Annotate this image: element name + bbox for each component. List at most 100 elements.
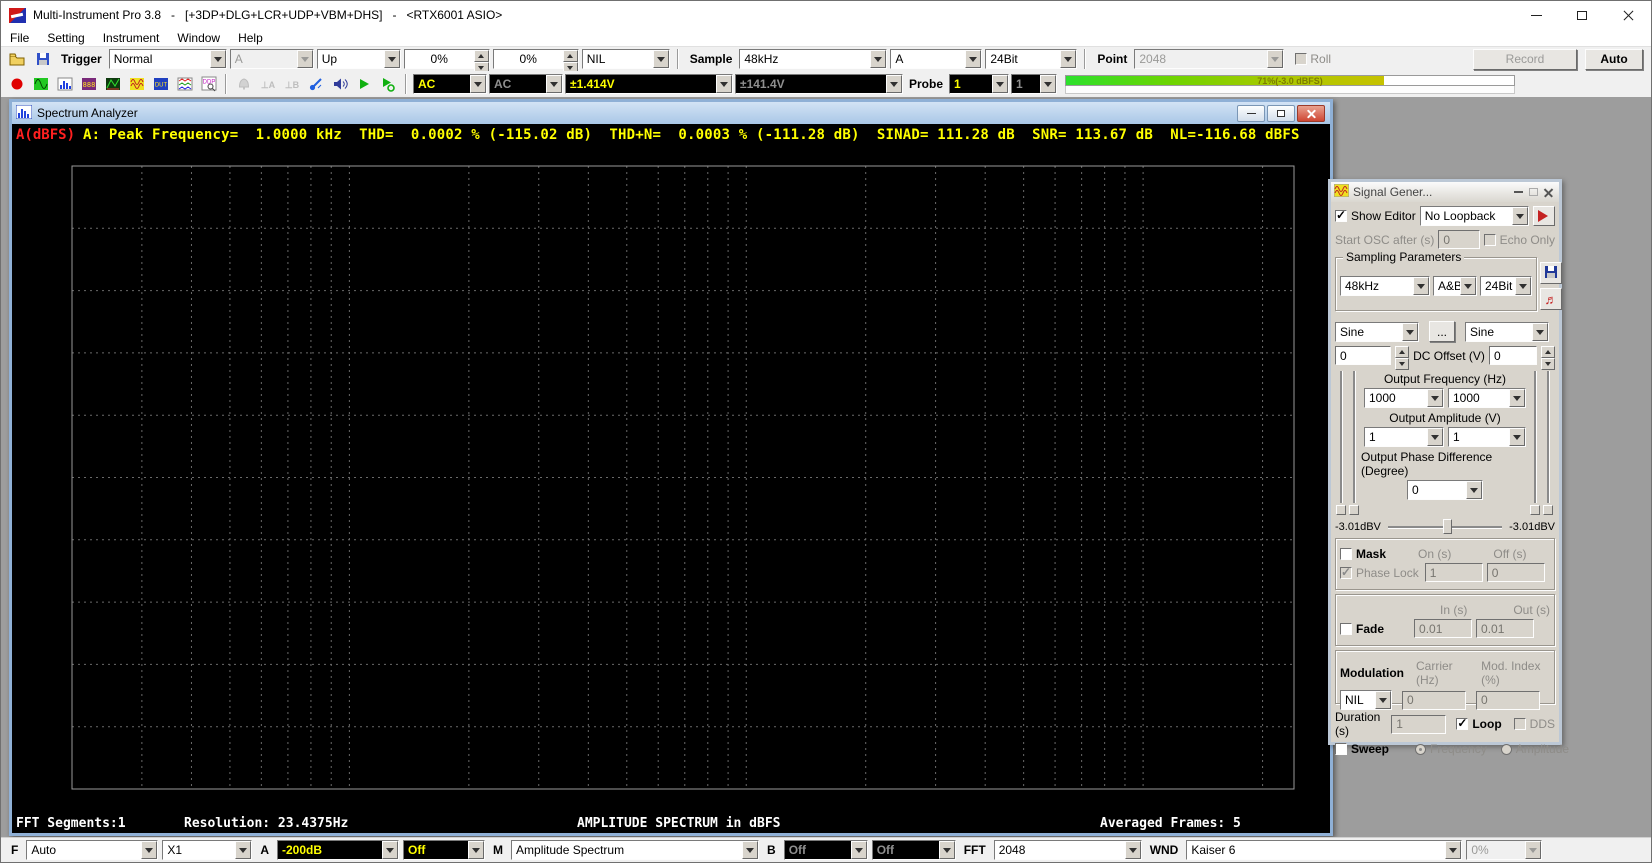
slider-handle[interactable]: [1543, 505, 1553, 515]
dropdown-arrow-icon[interactable]: [1427, 389, 1443, 407]
spectrum-window-titlebar[interactable]: Spectrum Analyzer: [12, 102, 1330, 124]
probe-a-combo[interactable]: 1: [949, 74, 1009, 94]
generator-run-button[interactable]: [1533, 206, 1555, 226]
amplitude-b-combo[interactable]: 1: [1448, 427, 1526, 447]
a-mode-combo[interactable]: Off: [403, 840, 485, 860]
dropdown-arrow-icon[interactable]: [1445, 841, 1461, 859]
coupling-a-combo[interactable]: AC: [413, 74, 487, 94]
dropdown-arrow-icon[interactable]: [1466, 481, 1482, 499]
output-b-fine-slider[interactable]: [1543, 369, 1554, 515]
dropdown-arrow-icon[interactable]: [1509, 389, 1525, 407]
frequency-b-combo[interactable]: 1000: [1448, 388, 1526, 408]
trigger-level-spinner[interactable]: 0%: [404, 49, 490, 69]
sample-channel-combo[interactable]: A: [890, 49, 982, 69]
freq-range-combo[interactable]: Auto: [26, 840, 158, 860]
dropdown-arrow-icon[interactable]: [965, 50, 981, 68]
gen-channels-combo[interactable]: A&B: [1433, 276, 1477, 296]
sweep-checkbox[interactable]: [1335, 743, 1347, 755]
dropdown-arrow-icon[interactable]: [210, 50, 226, 68]
sample-bits-combo[interactable]: 24Bit: [985, 49, 1077, 69]
hpf-combo[interactable]: NIL: [582, 49, 670, 69]
menu-item-instrument[interactable]: Instrument: [94, 29, 169, 46]
loop-checkbox[interactable]: [1456, 718, 1468, 730]
spin-up-icon[interactable]: [474, 50, 489, 62]
spectrum-3d-plot-button[interactable]: [101, 73, 124, 95]
child-minimize-button[interactable]: [1237, 105, 1265, 122]
save-button[interactable]: [31, 48, 54, 70]
view-mode-combo[interactable]: Amplitude Spectrum: [511, 840, 759, 860]
menu-item-help[interactable]: Help: [229, 29, 272, 46]
dropdown-arrow-icon[interactable]: [384, 50, 400, 68]
close-button[interactable]: [1605, 1, 1651, 29]
dropdown-arrow-icon[interactable]: [1402, 323, 1418, 341]
close-icon[interactable]: [1544, 188, 1553, 197]
dropdown-arrow-icon[interactable]: [1532, 323, 1548, 341]
slider-handle[interactable]: [1336, 505, 1346, 515]
dropdown-arrow-icon[interactable]: [992, 75, 1008, 93]
dropdown-arrow-icon[interactable]: [235, 841, 251, 859]
spin-up-icon[interactable]: [1395, 346, 1409, 358]
record-button[interactable]: [5, 73, 28, 95]
range-a-combo[interactable]: ±1.414V: [565, 74, 733, 94]
signal-generator-titlebar[interactable]: Signal Gener...: [1331, 182, 1559, 202]
sample-rate-combo[interactable]: 48kHz: [739, 49, 887, 69]
dropdown-arrow-icon[interactable]: [1512, 207, 1528, 225]
dropdown-arrow-icon[interactable]: [742, 841, 758, 859]
dropdown-arrow-icon[interactable]: [653, 50, 669, 68]
dropdown-arrow-icon[interactable]: [870, 50, 886, 68]
derived-data-point-button[interactable]: [173, 73, 196, 95]
child-restore-button[interactable]: [1267, 105, 1295, 122]
gen-sample-rate-combo[interactable]: 48kHz: [1340, 276, 1430, 296]
minimize-icon[interactable]: [1514, 191, 1523, 193]
multimeter-button[interactable]: 888: [77, 73, 100, 95]
dc-offset-b-spinner[interactable]: [1541, 346, 1555, 365]
trigger-delay-spinner[interactable]: 0%: [493, 49, 579, 69]
amplitude-a-combo[interactable]: 1: [1364, 427, 1444, 447]
menu-item-setting[interactable]: Setting: [38, 29, 93, 46]
dropdown-arrow-icon[interactable]: [468, 841, 484, 859]
device-test-plan-button[interactable]: DUT: [149, 73, 172, 95]
slider-handle[interactable]: [1530, 505, 1540, 515]
probe-button[interactable]: [304, 73, 327, 95]
wave-a-combo[interactable]: Sine: [1335, 322, 1419, 342]
modulation-type-combo[interactable]: NIL: [1340, 690, 1392, 710]
minimize-button[interactable]: [1513, 1, 1559, 29]
maximize-button[interactable]: [1559, 1, 1605, 29]
run-button[interactable]: [352, 73, 375, 95]
trigger-mode-combo[interactable]: Normal: [109, 49, 227, 69]
fft-size-combo[interactable]: 2048: [994, 840, 1142, 860]
signal-generator-button[interactable]: [125, 73, 148, 95]
dropdown-arrow-icon[interactable]: [470, 75, 486, 93]
gen-bits-combo[interactable]: 24Bit: [1480, 276, 1532, 296]
open-file-button[interactable]: [5, 48, 28, 70]
slider-handle[interactable]: [1349, 505, 1359, 515]
dc-offset-b-input[interactable]: 0: [1489, 346, 1537, 365]
spin-up-icon[interactable]: [1541, 346, 1555, 358]
dc-offset-a-spinner[interactable]: [1395, 346, 1409, 365]
dropdown-arrow-icon[interactable]: [1427, 428, 1443, 446]
window-function-combo[interactable]: Kaiser 6: [1186, 840, 1462, 860]
dropdown-arrow-icon[interactable]: [1125, 841, 1141, 859]
balance-slider[interactable]: [1388, 519, 1502, 534]
dropdown-arrow-icon[interactable]: [1509, 428, 1525, 446]
menu-item-window[interactable]: Window: [168, 29, 229, 46]
spectrum-analyzer-button[interactable]: [53, 73, 76, 95]
auto-button[interactable]: Auto: [1585, 49, 1643, 70]
frequency-a-combo[interactable]: 1000: [1364, 388, 1444, 408]
mask-checkbox[interactable]: [1340, 548, 1352, 560]
dropdown-arrow-icon[interactable]: [1460, 277, 1476, 295]
dropdown-arrow-icon[interactable]: [382, 841, 398, 859]
show-editor-checkbox[interactable]: [1335, 210, 1347, 222]
spin-up-icon[interactable]: [563, 50, 578, 62]
dropdown-arrow-icon[interactable]: [1060, 50, 1076, 68]
freq-mult-combo[interactable]: X1: [162, 840, 252, 860]
wave-options-button[interactable]: ...: [1429, 321, 1455, 342]
a-range-combo[interactable]: -200dB: [277, 840, 399, 860]
oscilloscope-button[interactable]: [29, 73, 52, 95]
run-loop-button[interactable]: [376, 73, 399, 95]
slider-handle[interactable]: [1443, 519, 1452, 534]
dropdown-arrow-icon[interactable]: [716, 75, 732, 93]
fade-checkbox[interactable]: [1340, 623, 1352, 635]
phase-difference-combo[interactable]: 0: [1407, 480, 1483, 500]
spectrum-chart[interactable]: [12, 146, 1330, 815]
